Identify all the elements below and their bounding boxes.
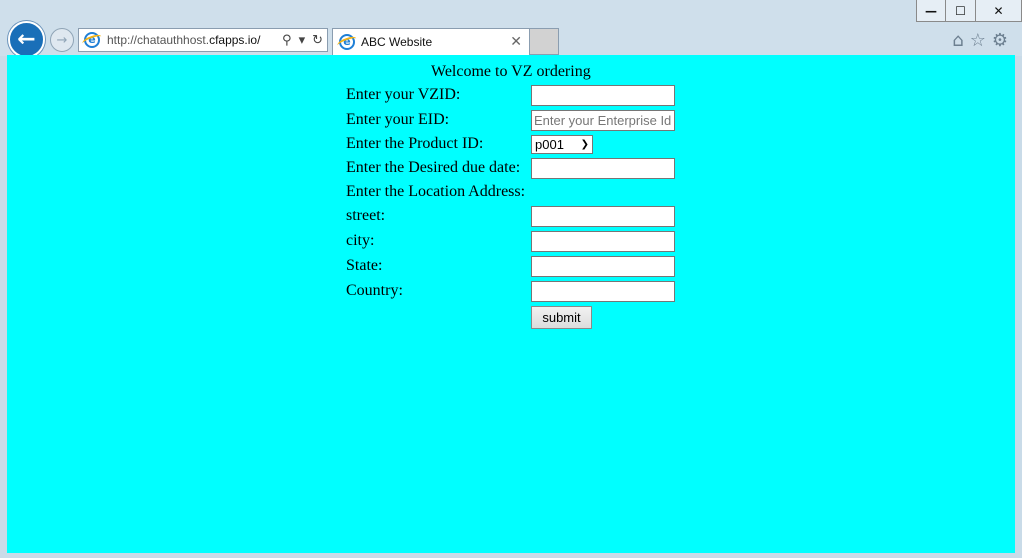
due-date-input[interactable] (531, 157, 675, 179)
browser-toolbar: ⌂ ☆ ⚙ (952, 30, 1008, 51)
url-prefix: http://chatauthhost. (107, 33, 210, 47)
url-domain: cfapps.io/ (209, 33, 261, 47)
country-row: Country: (346, 279, 675, 303)
product-select[interactable]: p001 ❯ (531, 134, 593, 154)
ie-tab-icon: e (339, 34, 355, 50)
forward-button[interactable]: → (50, 28, 74, 52)
city-row: city: (346, 229, 675, 253)
close-window-button[interactable]: ✕ (976, 0, 1022, 22)
tab-title: ABC Website (361, 35, 433, 49)
tab-abc-website[interactable]: e ABC Website ✕ (332, 28, 530, 55)
browser-title-bar: — ☐ ✕ ← → e http://chatauthhost.cfapps.i… (0, 0, 1022, 58)
product-row: Enter the Product ID: p001 ❯ (346, 132, 593, 156)
page-viewport: Welcome to VZ ordering Enter your VZID: … (7, 55, 1015, 553)
close-icon[interactable]: ✕ (510, 34, 522, 50)
maximize-button[interactable]: ☐ (946, 0, 976, 22)
chevron-down-icon: ❯ (580, 138, 589, 150)
state-row: State: (346, 254, 675, 278)
search-icon[interactable]: ⚲ (282, 33, 292, 48)
star-icon[interactable]: ☆ (970, 30, 986, 51)
street-label: street: (346, 207, 386, 224)
gear-icon[interactable]: ⚙ (992, 30, 1008, 51)
state-input[interactable] (531, 255, 675, 277)
eid-row: Enter your EID: (346, 108, 675, 132)
chevron-down-icon[interactable]: ▾ (299, 33, 306, 48)
street-input[interactable] (531, 205, 675, 227)
window-controls: — ☐ ✕ (916, 0, 1022, 22)
page-title: Welcome to VZ ordering (431, 63, 591, 80)
address-tools: ⚲ ▾ ↻ (282, 33, 323, 48)
street-row: street: (346, 204, 675, 228)
new-tab-button[interactable] (530, 28, 559, 55)
eid-input[interactable] (531, 109, 675, 131)
product-label: Enter the Product ID: (346, 135, 484, 152)
state-label: State: (346, 257, 383, 274)
back-arrow-icon: ← (17, 27, 36, 52)
due-date-label: Enter the Desired due date: (346, 159, 521, 176)
city-label: city: (346, 232, 375, 249)
back-button[interactable]: ← (8, 21, 45, 58)
country-label: Country: (346, 282, 403, 299)
address-bar[interactable]: e http://chatauthhost.cfapps.io/ ⚲ ▾ ↻ (78, 28, 328, 52)
minimize-button[interactable]: — (916, 0, 946, 22)
eid-label: Enter your EID: (346, 111, 450, 128)
ie-page-icon: e (84, 32, 100, 48)
location-label: Enter the Location Address: (346, 183, 526, 200)
submit-button[interactable]: submit (531, 306, 592, 329)
refresh-icon[interactable]: ↻ (312, 33, 323, 48)
city-input[interactable] (531, 230, 675, 252)
vzid-row: Enter your VZID: (346, 83, 675, 107)
location-row: Enter the Location Address: (346, 180, 531, 204)
product-selected-value: p001 (535, 136, 564, 152)
due-date-row: Enter the Desired due date: (346, 156, 675, 180)
address-url[interactable]: http://chatauthhost.cfapps.io/ (107, 33, 260, 47)
vzid-input[interactable] (531, 84, 675, 106)
forward-arrow-icon: → (56, 32, 68, 48)
vzid-label: Enter your VZID: (346, 86, 461, 103)
country-input[interactable] (531, 280, 675, 302)
home-icon[interactable]: ⌂ (952, 30, 963, 51)
